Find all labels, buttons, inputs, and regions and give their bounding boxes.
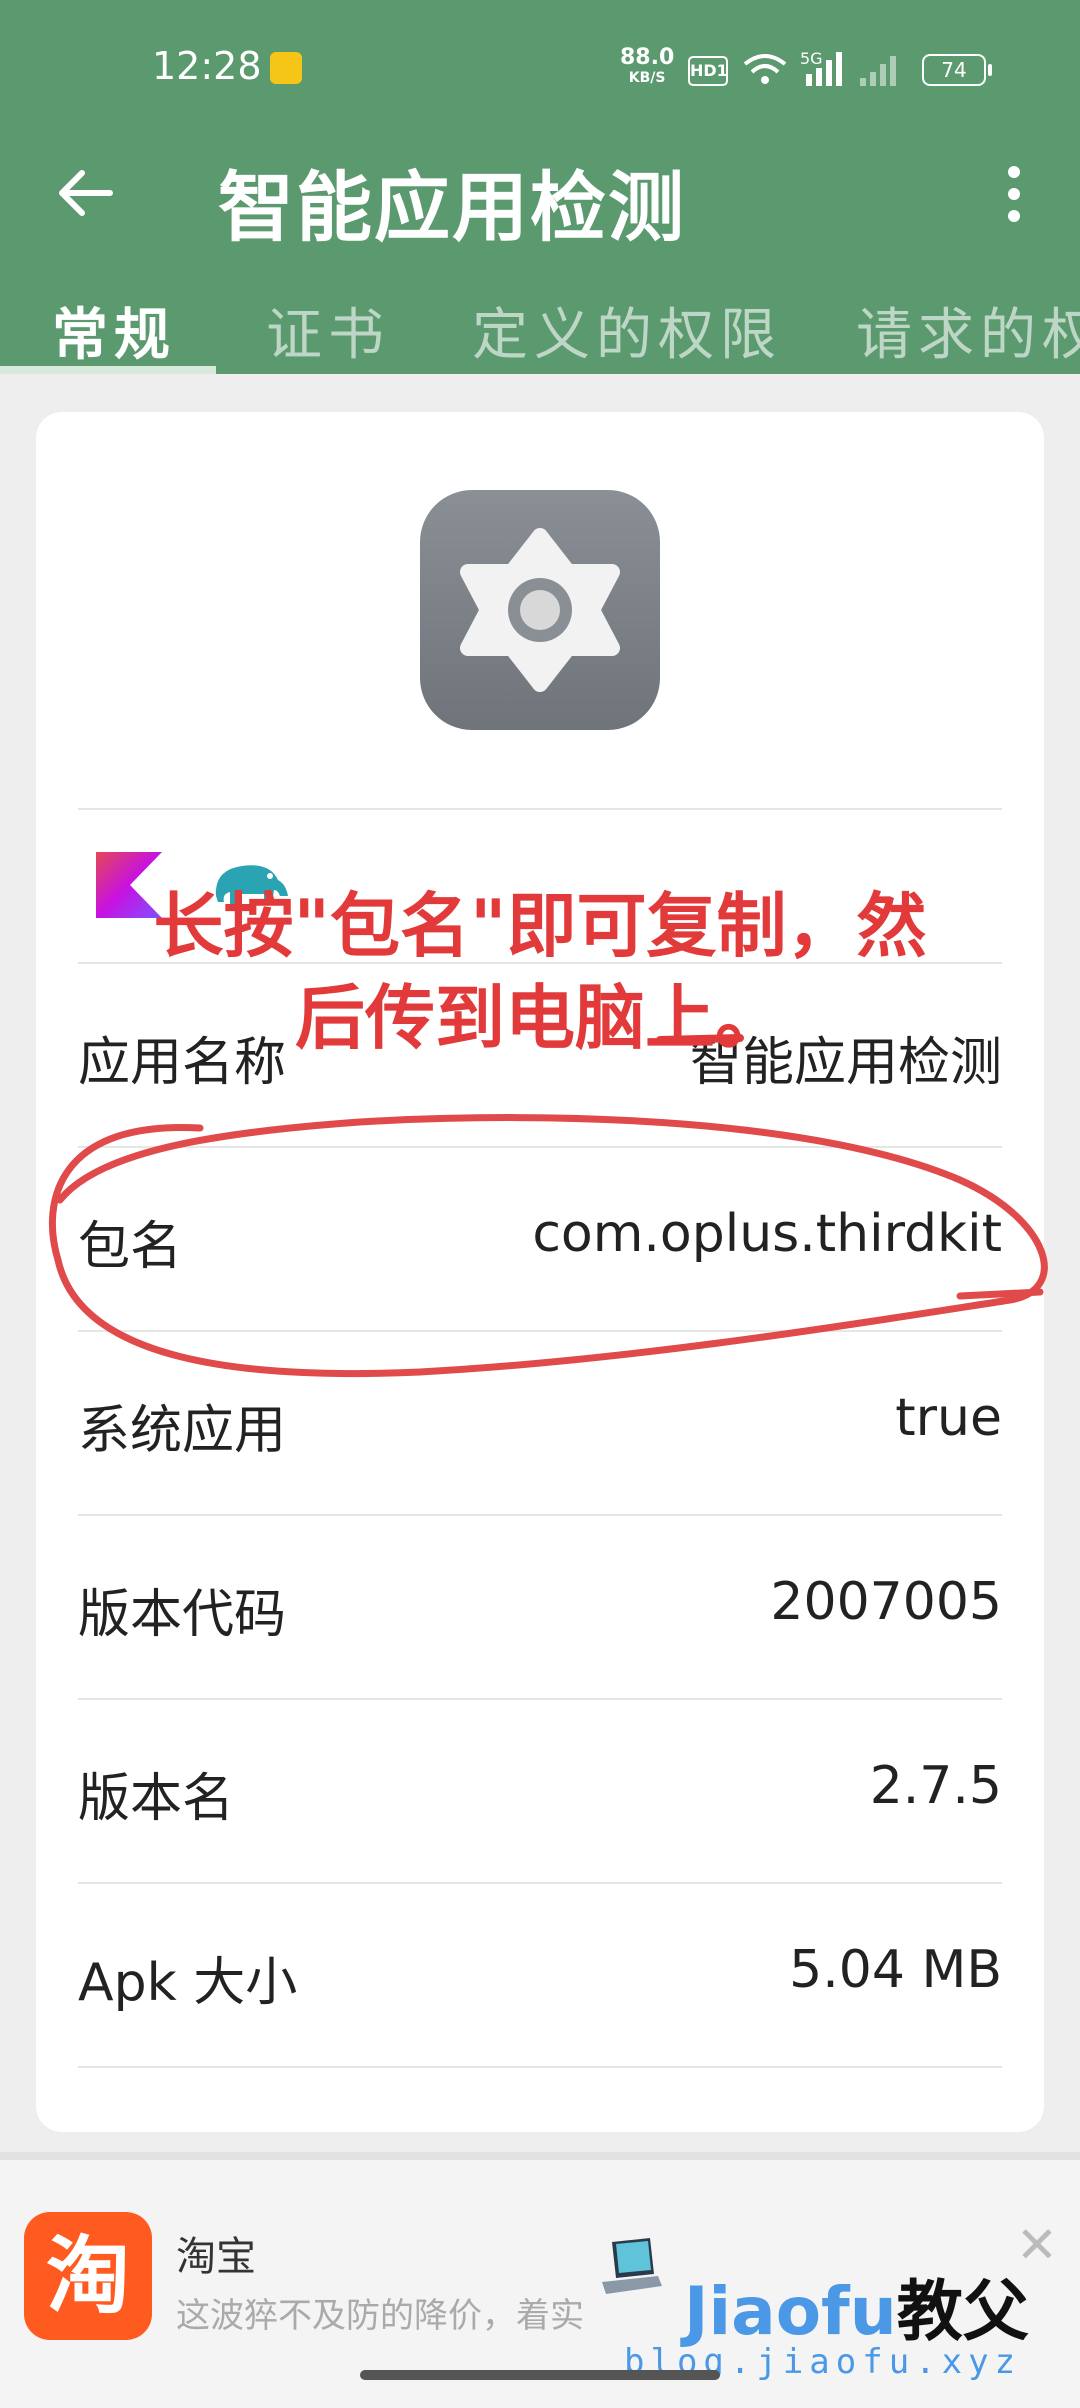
more-options-icon[interactable] bbox=[990, 160, 1038, 230]
tab-indicator bbox=[0, 366, 216, 374]
app-bar: 12:28 88.0 KB/S HD1 5G 74 智能应用检测 常规 证书 定… bbox=[0, 0, 1080, 374]
row-key: 版本代码 bbox=[78, 1585, 287, 1645]
annotation-text: 长按"包名"即可复制，然后传到电脑上。 bbox=[153, 885, 927, 1059]
network-speed-value: 88.0 bbox=[620, 45, 675, 70]
app-icon bbox=[420, 490, 660, 730]
tab-defined-permissions[interactable]: 定义的权限 bbox=[472, 290, 782, 371]
gesture-bar[interactable] bbox=[360, 2370, 720, 2380]
ad-description: 这波猝不及防的降价，着实 bbox=[176, 2296, 584, 2336]
row-key: 系统应用 bbox=[78, 1401, 287, 1461]
wifi-icon bbox=[743, 54, 787, 84]
hd-icon: HD1 bbox=[688, 56, 728, 86]
row-version-name[interactable]: 版本名 2.7.5 bbox=[78, 1698, 1002, 1882]
row-value: com.oplus.thirdkit bbox=[532, 1204, 1002, 1264]
row-key: 版本名 bbox=[78, 1769, 235, 1829]
row-value: true bbox=[895, 1388, 1002, 1448]
divider bbox=[78, 2066, 1002, 2068]
row-package-name[interactable]: 包名 com.oplus.thirdkit bbox=[78, 1146, 1002, 1330]
row-value: 2007005 bbox=[770, 1572, 1002, 1632]
watermark-title-en: Jiaofu bbox=[684, 2273, 897, 2350]
network-speed-unit: KB/S bbox=[628, 70, 666, 86]
tab-requested-permissions[interactable]: 请求的权 bbox=[856, 290, 1080, 371]
row-key: Apk 大小 bbox=[78, 1953, 298, 2013]
gear-icon bbox=[460, 528, 620, 692]
tab-certificate[interactable]: 证书 bbox=[266, 290, 390, 371]
taobao-logo: 淘 bbox=[24, 2212, 152, 2340]
app-info-card: 应用名称 智能应用检测 包名 com.oplus.thirdkit 系统应用 t… bbox=[36, 412, 1044, 2132]
status-time: 12:28 bbox=[152, 44, 262, 88]
laptop-icon bbox=[602, 2238, 662, 2294]
watermark-title-cn: 教父 bbox=[896, 2273, 1029, 2350]
signal-5g-label: 5G bbox=[800, 49, 823, 68]
tab-bar: 常规 证书 定义的权限 请求的权 bbox=[0, 276, 1080, 374]
tab-general[interactable]: 常规 bbox=[52, 290, 176, 371]
back-arrow-icon[interactable] bbox=[50, 158, 120, 228]
ad-title: 淘宝 bbox=[176, 2234, 256, 2280]
watermark-title: Jiaofu教父 bbox=[684, 2258, 1029, 2354]
network-speed: 88.0 KB/S bbox=[620, 45, 675, 88]
row-version-code[interactable]: 版本代码 2007005 bbox=[78, 1514, 1002, 1698]
row-key: 包名 bbox=[78, 1217, 183, 1277]
row-system-app[interactable]: 系统应用 true bbox=[78, 1330, 1002, 1514]
divider bbox=[78, 808, 1002, 810]
row-value: 2.7.5 bbox=[869, 1756, 1002, 1816]
cellular-signal-icon: 5G bbox=[800, 49, 896, 86]
row-apk-size[interactable]: Apk 大小 5.04 MB bbox=[78, 1882, 1002, 2066]
note-notification-icon bbox=[270, 52, 302, 84]
battery-icon: 74 bbox=[922, 54, 992, 86]
page-title: 智能应用检测 bbox=[218, 163, 686, 252]
row-value: 5.04 MB bbox=[789, 1940, 1002, 2000]
status-bar: 12:28 88.0 KB/S HD1 5G 74 bbox=[0, 0, 1080, 130]
